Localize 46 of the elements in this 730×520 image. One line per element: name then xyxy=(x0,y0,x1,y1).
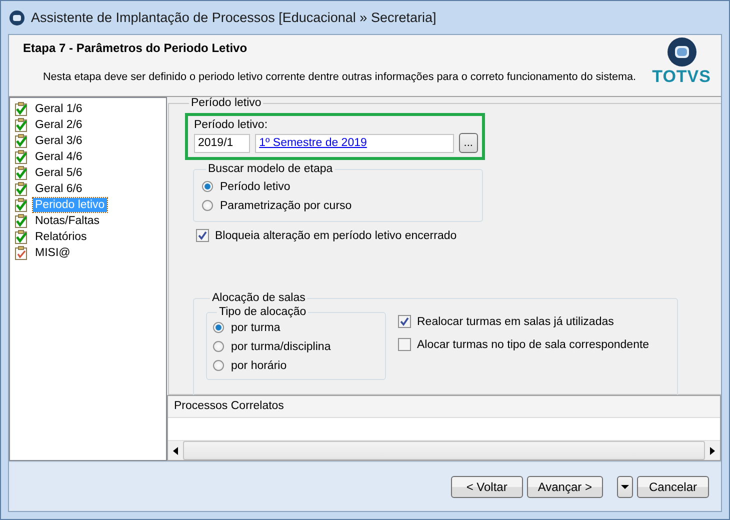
tree-item[interactable]: Relatórios xyxy=(33,230,89,244)
tree-item[interactable]: Notas/Faltas xyxy=(33,214,102,228)
tree-item[interactable]: Geral 2/6 xyxy=(33,118,84,132)
group-title: Tipo de alocação xyxy=(218,306,308,318)
logo-text: TOTVS xyxy=(652,67,711,87)
wizard-button[interactable]: Avançar > xyxy=(526,476,603,498)
step-description: Nesta etapa deve ser definido o periodo letivo corrente dentre outras informações para o correto funcionamento do sistema. xyxy=(43,71,636,83)
radio-button[interactable] xyxy=(202,200,213,211)
wizard-button[interactable]: < Voltar xyxy=(450,476,523,498)
wizard-button[interactable]: Cancelar xyxy=(637,476,709,498)
browse-button[interactable]: ... xyxy=(458,133,478,153)
group-title: Buscar modelo de etapa xyxy=(207,163,334,175)
group-title: Alocação de salas xyxy=(211,292,306,304)
radio-button[interactable] xyxy=(213,322,224,333)
tree-item[interactable]: Geral 5/6 xyxy=(33,166,84,180)
option-label: por turma/disciplina xyxy=(231,340,331,352)
field-label: Período letivo: xyxy=(194,119,269,131)
tree-item[interactable]: Geral 3/6 xyxy=(33,134,84,148)
tree-item[interactable]: MISI@ xyxy=(33,246,72,260)
step-title: Etapa 7 - Parâmetros do Periodo Letivo xyxy=(23,41,248,55)
option-label: por turma xyxy=(231,322,280,334)
option-label: Parametrização por curso xyxy=(220,200,352,212)
option-label: por horário xyxy=(231,360,287,372)
dropdown-button[interactable] xyxy=(617,476,633,498)
description-field[interactable]: 1º Semestre de 2019 xyxy=(255,134,454,152)
checkbox-label: Bloqueia alteração em período letivo encerrado xyxy=(215,230,457,242)
checkbox[interactable] xyxy=(398,338,411,351)
tree-item[interactable]: Geral 1/6 xyxy=(33,102,84,116)
checkbox[interactable] xyxy=(196,229,209,242)
app-icon xyxy=(9,10,25,26)
radio-button[interactable] xyxy=(213,341,224,352)
horizontal-scrollbar[interactable] xyxy=(168,440,720,460)
description-link[interactable]: 1º Semestre de 2019 xyxy=(259,137,367,149)
window-title: Assistente de Implantação de Processos [Educacional » Secretaria] xyxy=(31,10,436,25)
panel-title: Processos Correlatos xyxy=(168,396,720,418)
checkbox-label: Realocar turmas em salas já utilizadas xyxy=(417,316,614,328)
tree-item[interactable]: Geral 4/6 xyxy=(33,150,84,164)
checkbox-label: Alocar turmas no tipo de sala correspondente xyxy=(417,338,650,350)
code-field[interactable]: 2019/1 xyxy=(194,134,250,152)
caret-icon xyxy=(621,484,629,488)
option-label: Período letivo xyxy=(220,180,290,192)
radio-button[interactable] xyxy=(213,360,224,371)
group-title: Período letivo xyxy=(190,97,262,109)
radio-button[interactable] xyxy=(202,181,213,192)
tree-item[interactable]: Geral 6/6 xyxy=(33,182,84,196)
checkbox[interactable] xyxy=(398,315,411,328)
